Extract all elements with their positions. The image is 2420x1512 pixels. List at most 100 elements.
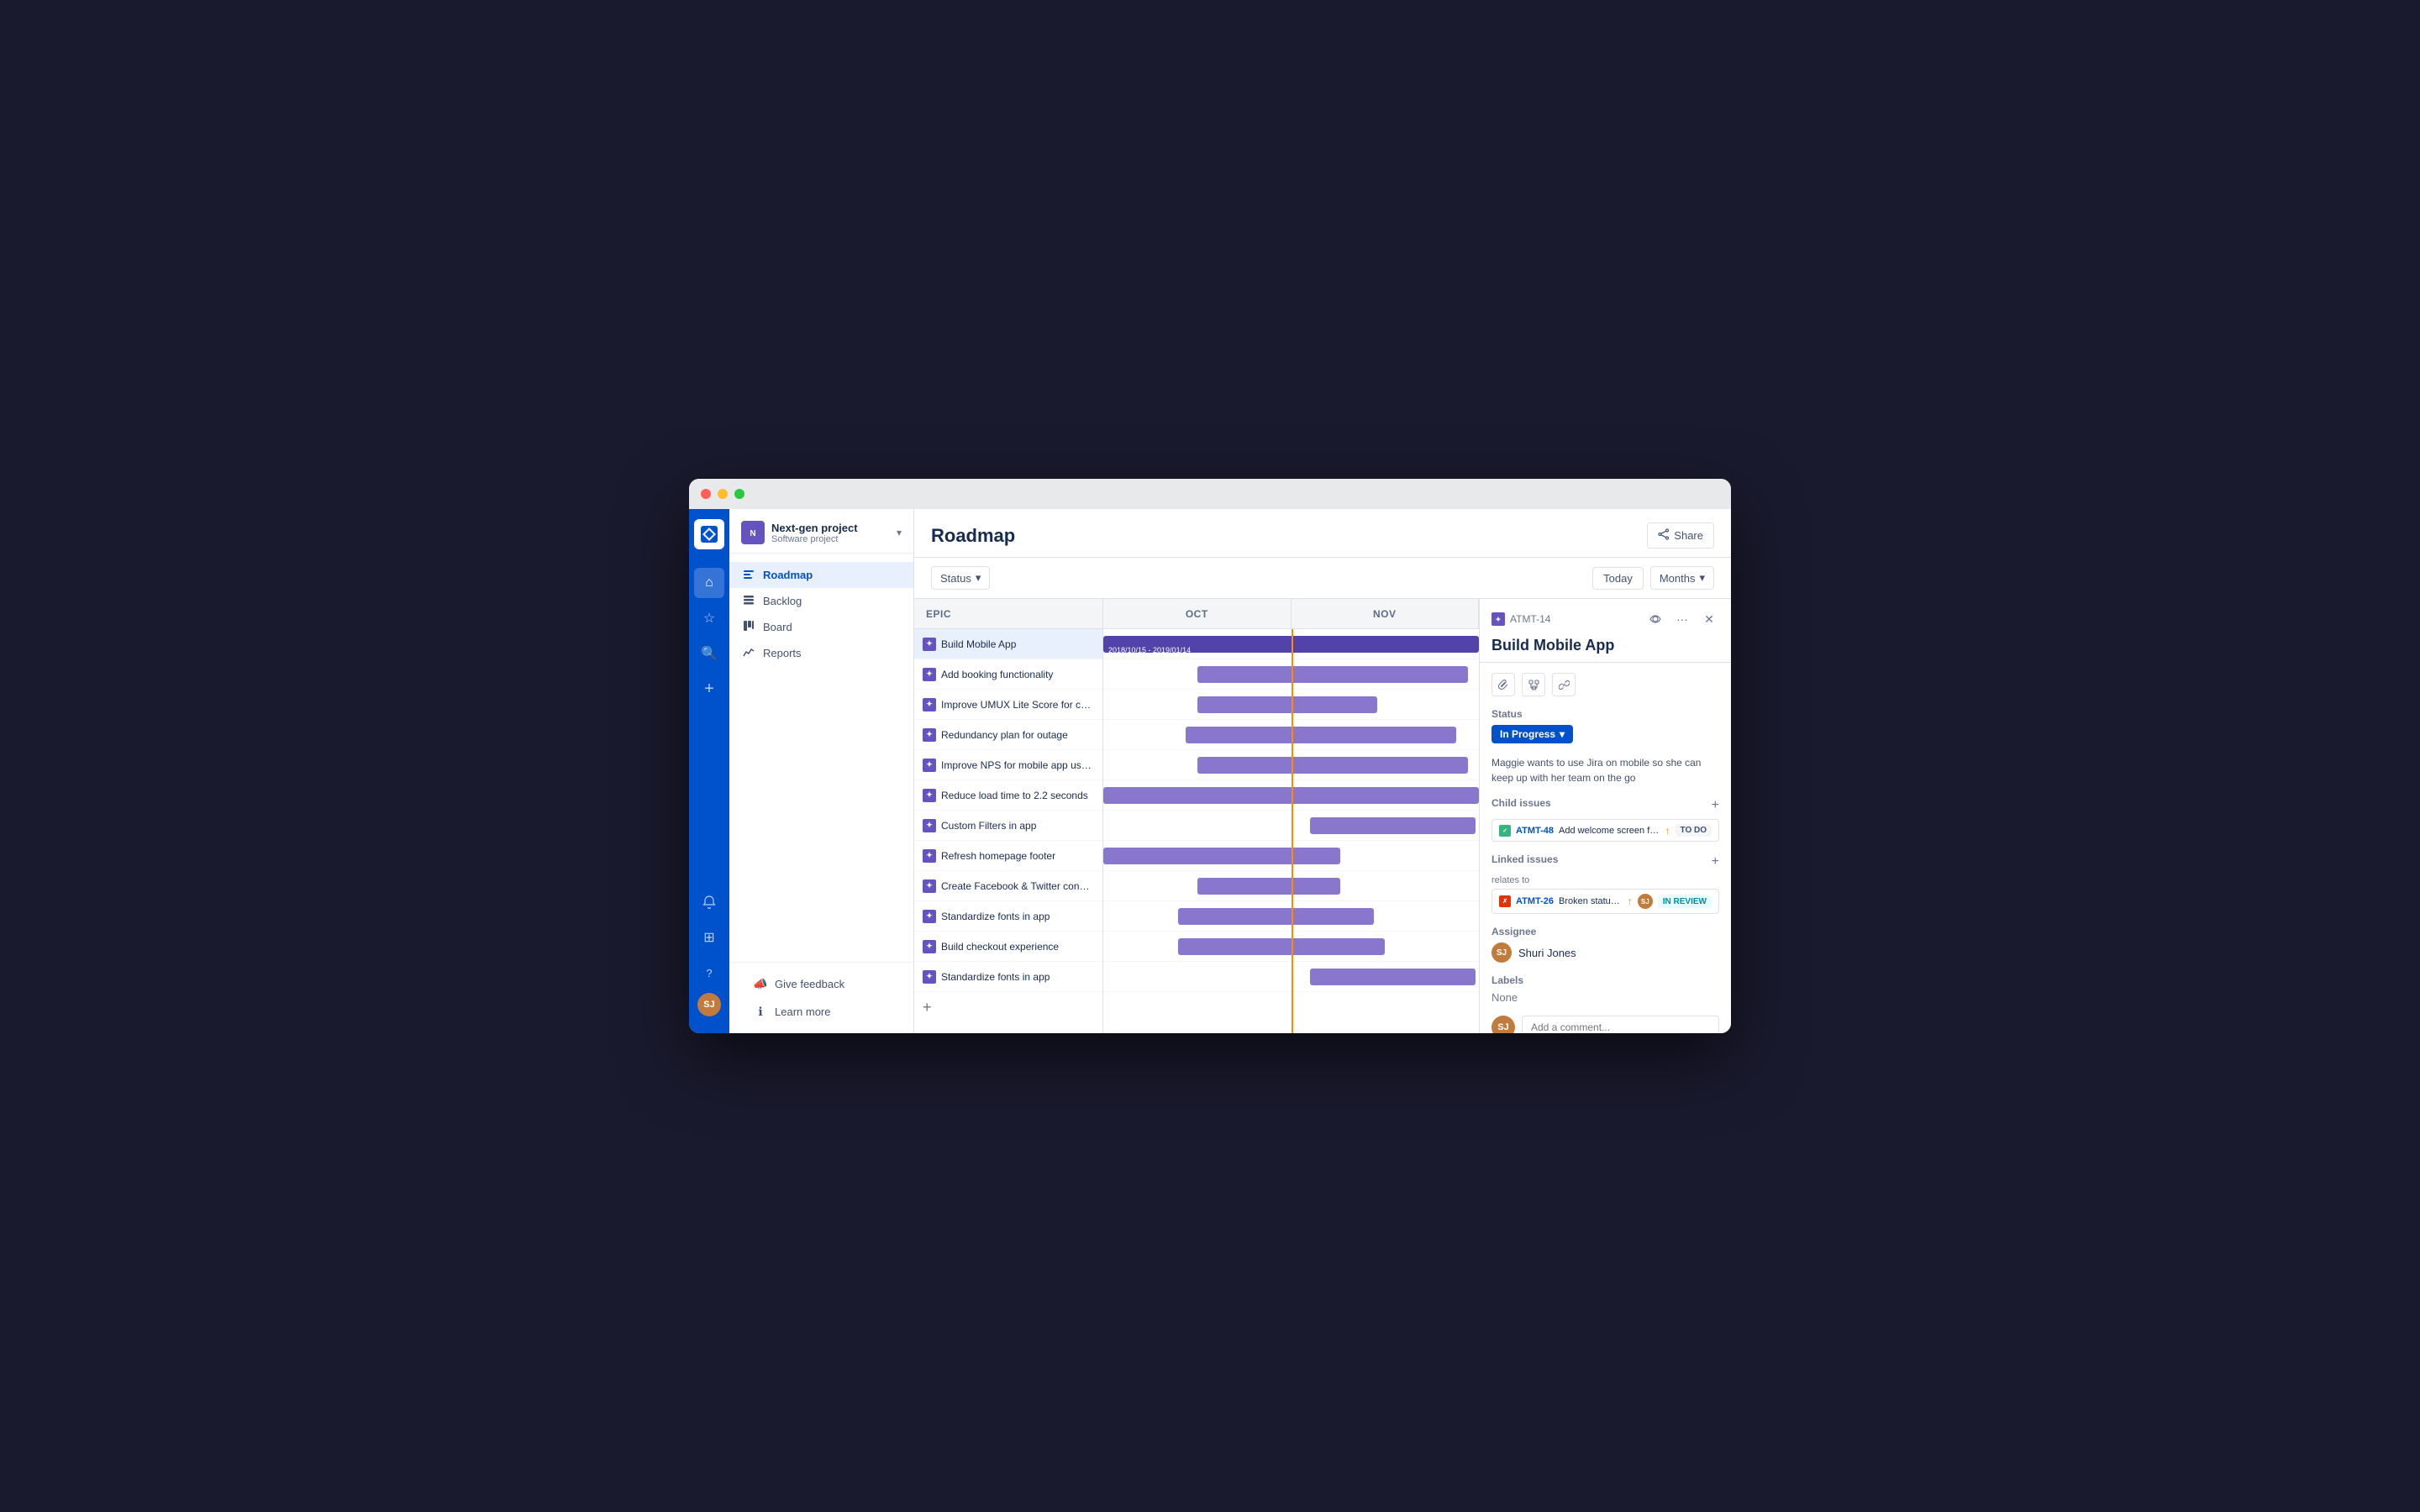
minimize-dot[interactable] [718, 489, 728, 499]
assignee-section: Assignee SJ Shuri Jones [1491, 926, 1719, 963]
epic-column-header: Epic [914, 599, 1102, 629]
close-dot[interactable] [701, 489, 711, 499]
notifications-icon-btn[interactable] [694, 887, 724, 917]
description-section: Maggie wants to use Jira on mobile so sh… [1491, 755, 1719, 785]
sidebar-item-backlog[interactable]: Backlog [729, 588, 913, 614]
maximize-dot[interactable] [734, 489, 744, 499]
timeline-header: OCT NOV [1103, 599, 1479, 629]
child-issue-badge-1: TO DO [1676, 824, 1712, 837]
status-filter-button[interactable]: Status ▾ [931, 566, 990, 590]
assignee-label: Assignee [1491, 926, 1719, 937]
comment-input[interactable] [1522, 1016, 1719, 1033]
sidebar-item-board[interactable]: Board [729, 614, 913, 640]
board-nav-icon [741, 620, 756, 634]
view-controls: Today Months ▾ [1592, 566, 1714, 590]
epic-row-8[interactable]: ✦ Refresh homepage footer [914, 841, 1102, 871]
add-epic-button[interactable]: + [914, 992, 1102, 1022]
page-title: Roadmap [931, 525, 1015, 547]
project-header: N Next-gen project Software project ▾ [729, 509, 913, 554]
project-type: Software project [771, 534, 890, 544]
epic-label-6: Reduce load time to 2.2 seconds [941, 790, 1094, 801]
months-label: Months [1660, 572, 1696, 585]
linked-issue-item-1[interactable]: ✗ ATMT-26 Broken status ind... ↑ SJ IN R… [1491, 889, 1719, 914]
epic-icon-4: ✦ [923, 728, 936, 742]
epic-icon-1: ✦ [923, 638, 936, 651]
search-icon-btn[interactable]: 🔍 [694, 638, 724, 669]
learn-more-item[interactable]: ℹ Learn more [741, 999, 902, 1025]
svg-text:N: N [750, 529, 755, 538]
epic-icon-2: ✦ [923, 668, 936, 681]
epic-label-9: Create Facebook & Twitter connector [941, 880, 1094, 892]
link-button[interactable] [1552, 673, 1576, 696]
linked-issues-header: Linked issues + [1491, 853, 1719, 870]
epic-row-1[interactable]: ✦ Build Mobile App [914, 629, 1102, 659]
today-button[interactable]: Today [1592, 567, 1644, 590]
sidebar-item-roadmap[interactable]: Roadmap [729, 562, 913, 588]
more-options-button[interactable]: ··· [1672, 609, 1692, 629]
star-icon-btn[interactable]: ☆ [694, 603, 724, 633]
gantt-bar-11 [1178, 938, 1385, 955]
close-detail-button[interactable]: ✕ [1699, 609, 1719, 629]
add-child-issue-button[interactable]: + [1712, 798, 1719, 813]
roadmap-nav-icon [741, 568, 756, 582]
epic-row-4[interactable]: ✦ Redundancy plan for outage [914, 720, 1102, 750]
share-button[interactable]: Share [1647, 522, 1714, 549]
home-icon-btn[interactable]: ⌂ [694, 568, 724, 598]
detail-id: ATMT-14 [1510, 613, 1640, 625]
add-epic-icon: + [923, 999, 932, 1016]
months-button[interactable]: Months ▾ [1650, 566, 1714, 590]
icon-bar: ⌂ ☆ 🔍 + ⊞ ? SJ [689, 509, 729, 1033]
reports-nav-icon [741, 646, 756, 660]
project-chevron[interactable]: ▾ [897, 527, 902, 538]
add-icon-btn[interactable]: + [694, 674, 724, 704]
epic-row-10[interactable]: ✦ Standardize fonts in app [914, 901, 1102, 932]
epic-row-12[interactable]: ✦ Standardize fonts in app [914, 962, 1102, 992]
epic-label-8: Refresh homepage footer [941, 850, 1094, 862]
linked-issue-badge-1: IN REVIEW [1658, 895, 1712, 908]
child-issue-item-1[interactable]: ✓ ATMT-48 Add welcome screen for m... ↑ … [1491, 819, 1719, 842]
gantt-container: Epic ✦ Build Mobile App ✦ Add booking fu… [914, 599, 1731, 1033]
gantt-bar-4 [1186, 727, 1456, 743]
comment-avatar: SJ [1491, 1016, 1515, 1033]
grid-icon-btn[interactable]: ⊞ [694, 922, 724, 953]
detail-title: Build Mobile App [1491, 636, 1719, 655]
user-avatar[interactable]: SJ [697, 993, 721, 1016]
app-window: ⌂ ☆ 🔍 + ⊞ ? SJ N [689, 479, 1731, 1033]
epic-label-12: Standardize fonts in app [941, 971, 1094, 983]
child-issue-id-1: ATMT-48 [1516, 826, 1554, 836]
epic-row-7[interactable]: ✦ Custom Filters in app [914, 811, 1102, 841]
attach-button[interactable] [1491, 673, 1515, 696]
epic-row-5[interactable]: ✦ Improve NPS for mobile app users by ..… [914, 750, 1102, 780]
epic-icon-9: ✦ [923, 879, 936, 893]
add-linked-issue-button[interactable]: + [1712, 854, 1719, 869]
months-chevron-icon: ▾ [1699, 571, 1705, 585]
help-icon-btn[interactable]: ? [694, 958, 724, 988]
gantt-left-panel: Epic ✦ Build Mobile App ✦ Add booking fu… [914, 599, 1103, 1033]
epic-row-9[interactable]: ✦ Create Facebook & Twitter connector [914, 871, 1102, 901]
give-feedback-item[interactable]: 📣 Give feedback [741, 971, 902, 997]
epic-icon-10: ✦ [923, 910, 936, 923]
sidebar-item-reports[interactable]: Reports [729, 640, 913, 666]
gantt-bar-10 [1178, 908, 1373, 925]
project-name: Next-gen project [771, 522, 890, 534]
header-actions: Share [1647, 522, 1714, 549]
epic-row-11[interactable]: ✦ Build checkout experience [914, 932, 1102, 962]
linked-assignee-avatar: SJ [1638, 894, 1653, 909]
watch-button[interactable] [1645, 609, 1665, 629]
epic-row-3[interactable]: ✦ Improve UMUX Lite Score for checko... [914, 690, 1102, 720]
month-oct: OCT [1103, 599, 1292, 628]
status-badge[interactable]: In Progress ▾ [1491, 725, 1573, 743]
epic-label-3: Improve UMUX Lite Score for checko... [941, 699, 1094, 711]
gantt-bar-9 [1197, 878, 1340, 895]
epic-label-1: Build Mobile App [941, 638, 1094, 650]
sidebar-item-roadmap-label: Roadmap [763, 569, 813, 581]
epic-row-6[interactable]: ✦ Reduce load time to 2.2 seconds [914, 780, 1102, 811]
backlog-nav-icon [741, 594, 756, 608]
epic-icon-3: ✦ [923, 698, 936, 711]
epic-row-2[interactable]: ✦ Add booking functionality [914, 659, 1102, 690]
child-button[interactable] [1522, 673, 1545, 696]
child-issue-icon-1: ✓ [1499, 825, 1511, 837]
gantt-bar-8 [1103, 848, 1340, 864]
epic-label-10: Standardize fonts in app [941, 911, 1094, 922]
gantt-bar-12 [1310, 969, 1476, 985]
